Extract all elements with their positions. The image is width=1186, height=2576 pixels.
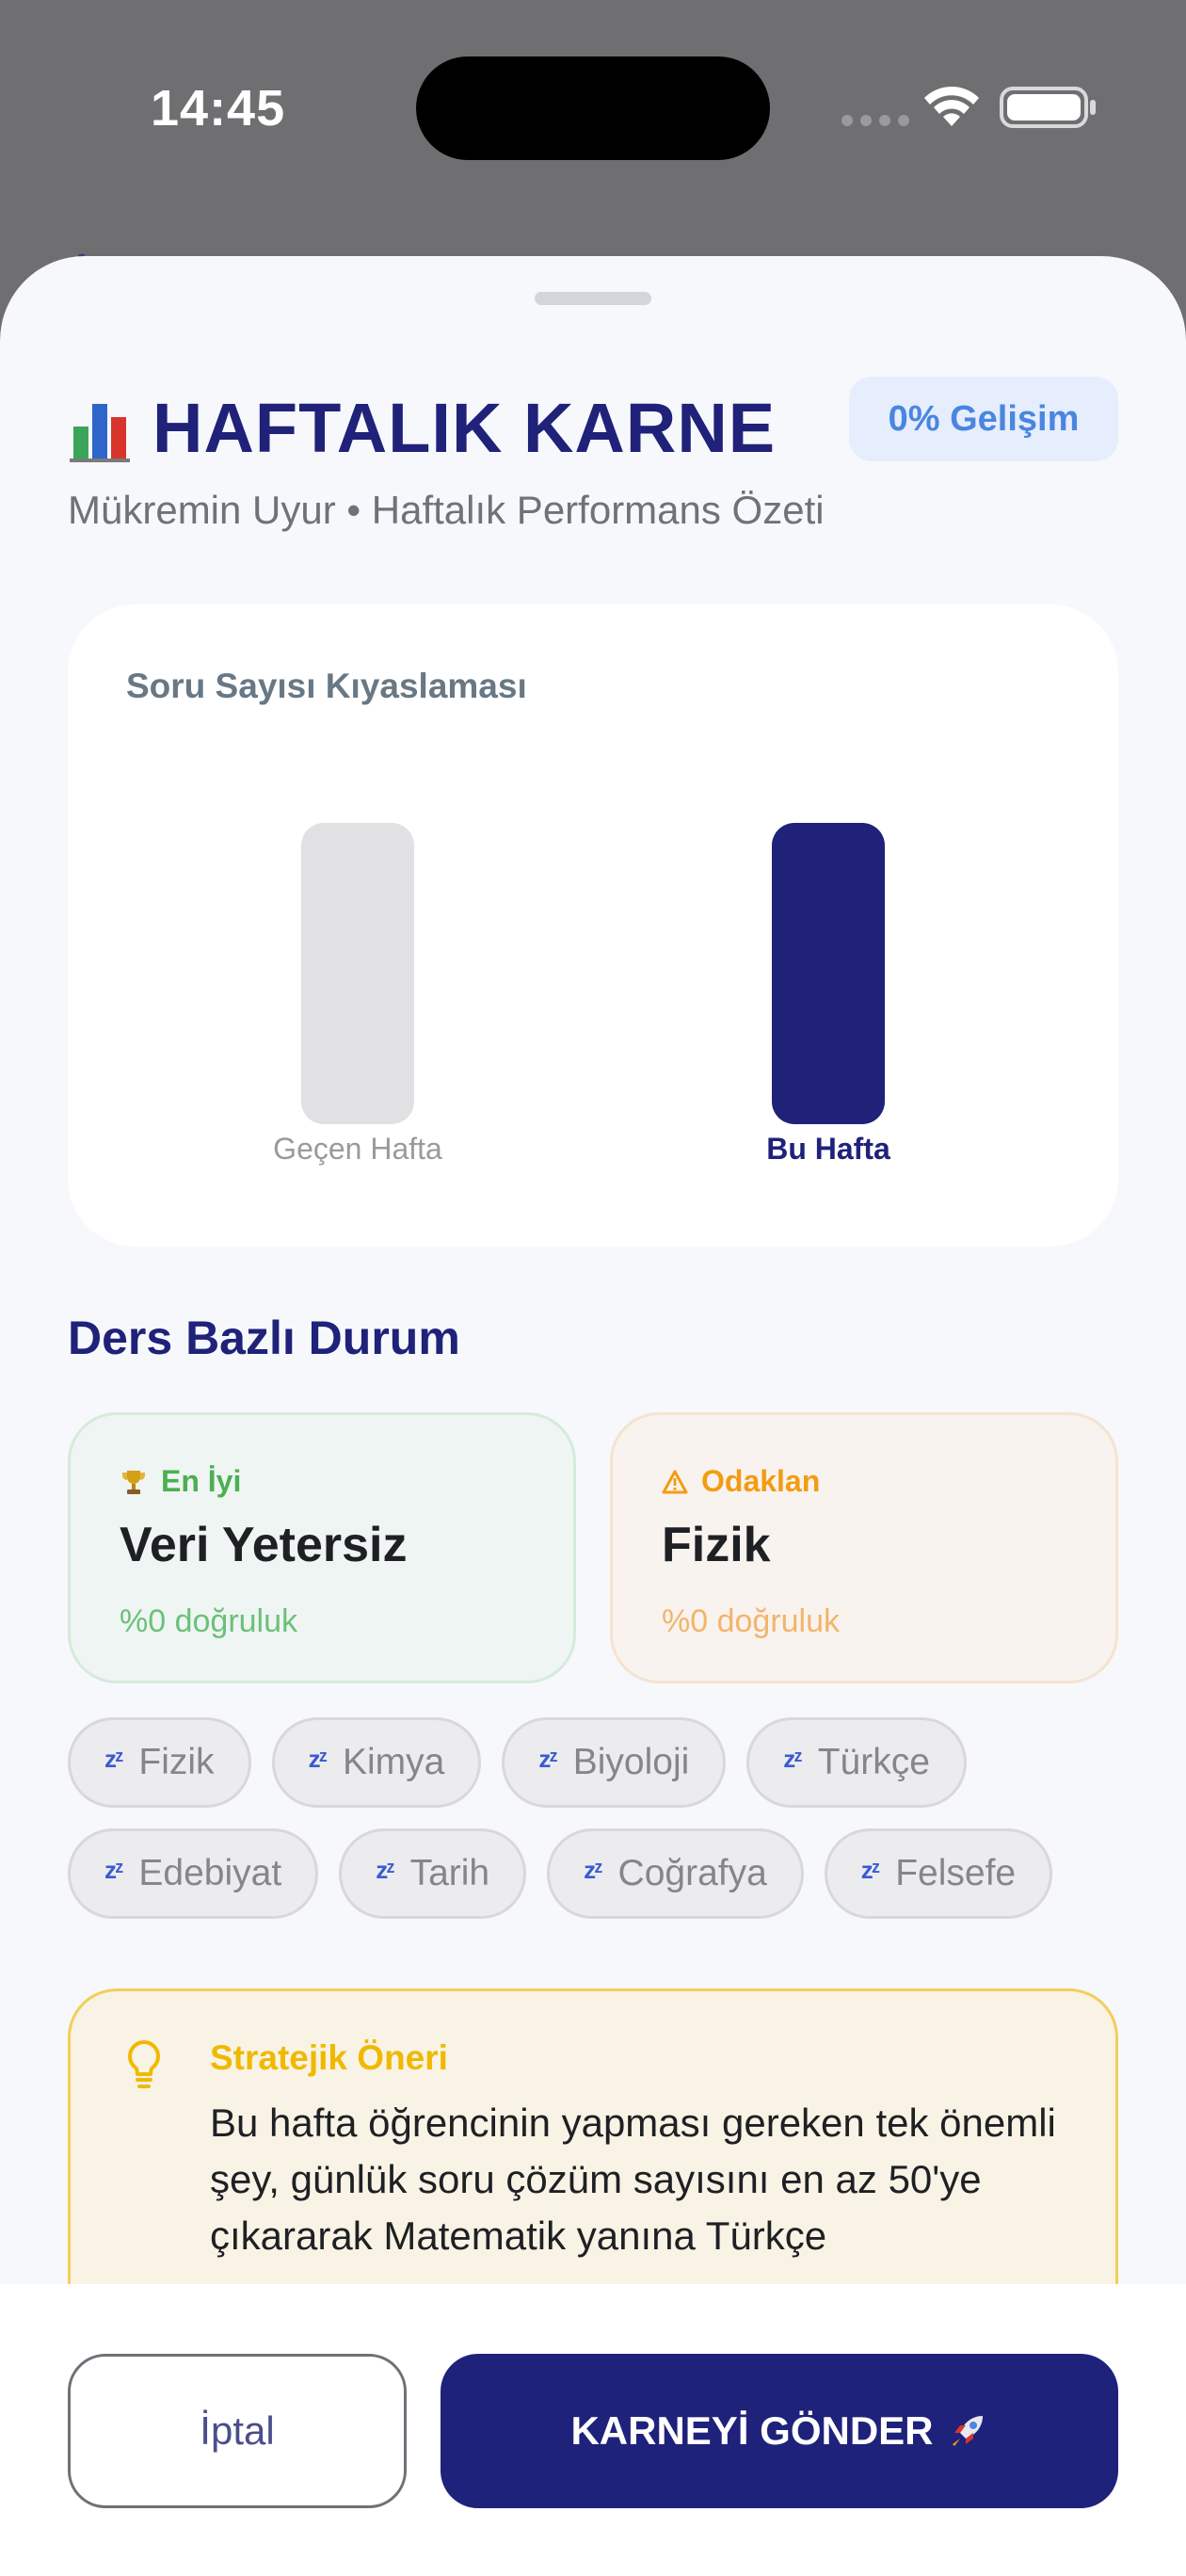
dynamic-island: [416, 56, 770, 160]
report-sheet: HAFTALIK KARNE 0% Gelişim Mükremin Uyur …: [0, 256, 1186, 2576]
bar-label: Geçen Hafta: [273, 1132, 442, 1166]
sleep-icon: zᶻ: [860, 1855, 880, 1884]
focus-subject-card: Odaklan Fizik %0 doğruluk: [610, 1412, 1118, 1683]
best-subject-accuracy: %0 doğruluk: [120, 1603, 298, 1639]
bar-label: Bu Hafta: [766, 1132, 890, 1166]
sheet-grabber[interactable]: [535, 292, 651, 305]
status-time: 14:45: [151, 80, 286, 137]
advice-text: Bu hafta öğrencinin yapması gereken tek …: [210, 2101, 1056, 2258]
subject-chip-tarih[interactable]: zᶻ Tarih: [339, 1828, 527, 1919]
battery-nub: [1090, 100, 1096, 115]
trophy-icon: [122, 1470, 145, 1494]
subject-chip-list: zᶻ Fizik zᶻ Kimya zᶻ Biyoloji zᶻ Türkçe zᶻ Ed…: [68, 1717, 1131, 1940]
action-footer: İptal KARNEYİ GÖNDER: [0, 2284, 1186, 2576]
focus-subject-tag: Odaklan: [662, 1464, 820, 1499]
subject-chip-turkce[interactable]: zᶻ Türkçe: [746, 1717, 967, 1808]
bar-chart-icon: [68, 394, 132, 462]
best-subject-name: Veri Yetersiz: [120, 1518, 408, 1572]
battery-icon: [1000, 87, 1088, 128]
lightbulb-icon: [128, 2040, 160, 2088]
subject-chip-felsefe[interactable]: zᶻ Felsefe: [824, 1828, 1053, 1919]
subject-chip-label: Felsefe: [895, 1853, 1017, 1893]
progress-badge: 0% Gelişim: [849, 377, 1118, 461]
subject-chip-label: Tarih: [409, 1853, 490, 1893]
title-row: HAFTALIK KARNE: [68, 388, 776, 468]
best-subject-tag: En İyi: [120, 1464, 241, 1499]
subject-chip-label: Fizik: [138, 1742, 215, 1782]
subject-chip-label: Biyoloji: [572, 1742, 690, 1782]
sleep-icon: zᶻ: [584, 1855, 602, 1884]
rocket-icon: [952, 2416, 983, 2446]
status-bar: 14:45: [0, 0, 1186, 217]
best-subject-card: En İyi Veri Yetersiz %0 doğruluk: [68, 1412, 576, 1683]
best-subject-tag-label: En İyi: [161, 1464, 242, 1498]
sleep-icon: zᶻ: [308, 1744, 328, 1773]
subject-chip-biyoloji[interactable]: zᶻ Biyoloji: [502, 1717, 727, 1808]
focus-subject-name: Fizik: [662, 1518, 771, 1572]
section-title: Ders Bazlı Durum: [68, 1312, 460, 1364]
send-report-button[interactable]: KARNEYİ GÖNDER: [441, 2354, 1118, 2508]
sleep-icon: zᶻ: [783, 1744, 802, 1773]
focus-subject-tag-label: Odaklan: [701, 1464, 821, 1498]
advice-title: Stratejik Öneri: [210, 2038, 448, 2077]
subject-chip-cografya[interactable]: zᶻ Coğrafya: [547, 1828, 804, 1919]
subject-chip-label: Kimya: [342, 1742, 445, 1782]
subject-chip-row: zᶻ Edebiyat zᶻ Tarih zᶻ Coğrafya zᶻ Felsefe: [68, 1828, 1131, 1919]
comparison-chart-card: Soru Sayısı Kıyaslaması Geçen Hafta Bu Ha…: [68, 604, 1118, 1247]
bar-previous-week: [301, 823, 414, 1124]
sleep-icon: zᶻ: [104, 1744, 123, 1773]
subject-chip-kimya[interactable]: zᶻ Kimya: [271, 1717, 482, 1808]
subject-chip-row: zᶻ Fizik zᶻ Kimya zᶻ Biyoloji zᶻ Türkçe: [68, 1717, 1131, 1808]
page-title: HAFTALIK KARNE: [152, 389, 777, 467]
sleep-icon: zᶻ: [538, 1744, 557, 1773]
subject-chip-edebiyat[interactable]: zᶻ Edebiyat: [68, 1828, 319, 1919]
page-subtitle: Mükremin Uyur • Haftalık Performans Özet…: [68, 488, 825, 532]
focus-subject-accuracy: %0 doğruluk: [662, 1603, 841, 1639]
cancel-button[interactable]: İptal: [68, 2354, 407, 2508]
sleep-icon: zᶻ: [104, 1855, 123, 1884]
cancel-button-label: İptal: [200, 2408, 275, 2453]
subject-chip-label: Türkçe: [817, 1742, 930, 1782]
warning-icon: [662, 1470, 688, 1493]
subject-chip-fizik[interactable]: zᶻ Fizik: [68, 1717, 251, 1808]
bar-this-week: [772, 823, 885, 1124]
wifi-icon: [924, 86, 979, 126]
cellular-signal-icon: [841, 115, 909, 126]
sleep-icon: zᶻ: [376, 1855, 394, 1884]
send-report-button-label: KARNEYİ GÖNDER: [570, 2408, 934, 2453]
subject-chip-label: Edebiyat: [138, 1853, 282, 1893]
subject-chip-label: Coğrafya: [617, 1853, 767, 1893]
chart-title: Soru Sayısı Kıyaslaması: [126, 667, 527, 705]
